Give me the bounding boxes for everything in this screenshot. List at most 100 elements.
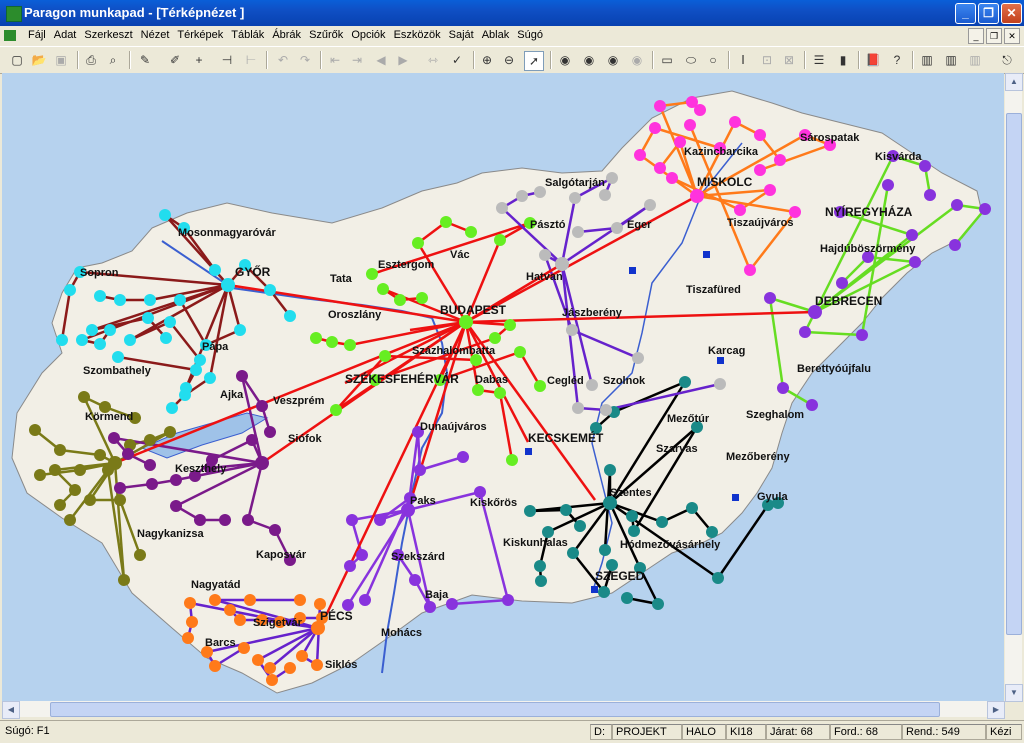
stop-node[interactable]: [611, 222, 623, 234]
stop-node[interactable]: [416, 292, 428, 304]
stop-node[interactable]: [236, 370, 248, 382]
stop-node[interactable]: [182, 632, 194, 644]
draw-pen-icon[interactable]: ✐: [166, 51, 184, 69]
stop-node[interactable]: [310, 332, 322, 344]
stop-node[interactable]: [356, 549, 368, 561]
stop-node[interactable]: [114, 494, 126, 506]
stop-node[interactable]: [514, 346, 526, 358]
stop-node[interactable]: [496, 202, 508, 214]
menu-item-5[interactable]: Táblák: [227, 28, 268, 42]
save-icon[interactable]: ▣: [52, 51, 70, 69]
depot-marker[interactable]: [717, 357, 724, 364]
stop-node[interactable]: [604, 464, 616, 476]
stop-node[interactable]: [489, 332, 501, 344]
link-split-icon[interactable]: ⊢: [242, 51, 260, 69]
stop-node[interactable]: [359, 594, 371, 606]
globe-2-icon[interactable]: ◉: [580, 51, 598, 69]
stop-node[interactable]: [906, 229, 918, 241]
stop-node[interactable]: [166, 402, 178, 414]
stop-node[interactable]: [465, 226, 477, 238]
stop-node[interactable]: [379, 350, 391, 362]
ellipse-select-icon[interactable]: ⬭: [682, 51, 700, 69]
stop-node[interactable]: [174, 294, 186, 306]
mdi-close-button[interactable]: ✕: [1004, 28, 1020, 44]
stop-node[interactable]: [679, 376, 691, 388]
stop-node[interactable]: [29, 424, 41, 436]
stop-node[interactable]: [84, 494, 96, 506]
stop-node[interactable]: [394, 294, 406, 306]
stop-node[interactable]: [294, 594, 306, 606]
stop-node[interactable]: [600, 404, 612, 416]
stop-node[interactable]: [560, 504, 572, 516]
stop-node[interactable]: [654, 162, 666, 174]
menu-item-6[interactable]: Ábrák: [268, 28, 305, 42]
stop-node[interactable]: [221, 278, 235, 292]
text-cursor-icon[interactable]: Ⅰ: [734, 51, 752, 69]
stop-node[interactable]: [949, 239, 961, 251]
bar-chart-icon[interactable]: ▮: [834, 51, 852, 69]
stop-node[interactable]: [160, 332, 172, 344]
stop-node[interactable]: [534, 560, 546, 572]
stop-node[interactable]: [284, 310, 296, 322]
stop-node[interactable]: [506, 454, 518, 466]
new-icon[interactable]: ▢: [8, 51, 26, 69]
stop-node[interactable]: [567, 547, 579, 559]
stop-node[interactable]: [504, 319, 516, 331]
stop-node[interactable]: [209, 660, 221, 672]
stop-node[interactable]: [204, 372, 216, 384]
stop-node[interactable]: [86, 324, 98, 336]
stop-node[interactable]: [219, 514, 231, 526]
menu-item-2[interactable]: Szerkeszt: [80, 28, 136, 42]
stop-node[interactable]: [134, 549, 146, 561]
document-icon[interactable]: [4, 30, 16, 41]
globe-3-icon[interactable]: ◉: [604, 51, 622, 69]
map-canvas[interactable]: MISKOLC NYÍREGYHÁZA DEBRECEN BUDAPEST GYŐR SZ…: [2, 73, 1004, 701]
stop-node[interactable]: [242, 514, 254, 526]
stop-node[interactable]: [764, 184, 776, 196]
table-icon[interactable]: ☰: [810, 51, 828, 69]
horizontal-scrollbar[interactable]: ◀ ▶: [2, 701, 1005, 719]
stop-node[interactable]: [194, 514, 206, 526]
stop-node[interactable]: [346, 514, 358, 526]
menu-item-8[interactable]: Opciók: [347, 28, 389, 42]
stop-node[interactable]: [56, 334, 68, 346]
node-add-icon[interactable]: +: [190, 51, 208, 69]
stop-node[interactable]: [144, 434, 156, 446]
stop-node[interactable]: [777, 382, 789, 394]
print-preview-icon[interactable]: ⌕: [104, 51, 122, 69]
stop-node[interactable]: [459, 315, 473, 329]
stop-node[interactable]: [374, 514, 386, 526]
stop-node[interactable]: [586, 379, 598, 391]
stop-node[interactable]: [666, 172, 678, 184]
depot-marker[interactable]: [732, 494, 739, 501]
stop-node[interactable]: [524, 505, 536, 517]
stop-node[interactable]: [311, 621, 325, 635]
stop-node[interactable]: [626, 510, 638, 522]
stop-node[interactable]: [74, 464, 86, 476]
stop-node[interactable]: [706, 526, 718, 538]
circle-select-icon[interactable]: ○: [704, 51, 722, 69]
stop-node[interactable]: [534, 380, 546, 392]
stop-node[interactable]: [238, 642, 250, 654]
scroll-up-button[interactable]: ▲: [1005, 73, 1023, 91]
scroll-down-button[interactable]: ▼: [1005, 684, 1023, 702]
panel-3-icon[interactable]: ▥: [966, 51, 984, 69]
stop-node[interactable]: [714, 378, 726, 390]
stop-node[interactable]: [535, 575, 547, 587]
stop-node[interactable]: [909, 256, 921, 268]
stop-node[interactable]: [122, 448, 134, 460]
stop-node[interactable]: [654, 100, 666, 112]
mdi-minimize-button[interactable]: _: [968, 28, 984, 44]
globe-icon[interactable]: ◉: [556, 51, 574, 69]
stop-node[interactable]: [108, 456, 122, 470]
stop-node[interactable]: [255, 456, 269, 470]
stop-node[interactable]: [34, 469, 46, 481]
route-segment[interactable]: [451, 598, 509, 606]
stop-node[interactable]: [569, 192, 581, 204]
stop-node[interactable]: [414, 464, 426, 476]
stop-node[interactable]: [69, 484, 81, 496]
stop-node[interactable]: [164, 426, 176, 438]
stop-node[interactable]: [164, 316, 176, 328]
menu-item-9[interactable]: Eszközök: [390, 28, 445, 42]
stop-node[interactable]: [856, 329, 868, 341]
